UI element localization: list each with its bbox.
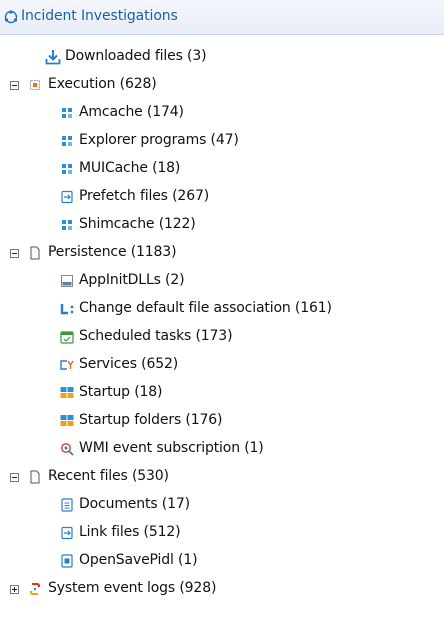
event-log-icon: [30, 583, 40, 595]
tree-item-muicache[interactable]: MUICache (18): [0, 157, 444, 185]
document-icon: [30, 246, 40, 260]
windows-startup-icon: [60, 415, 74, 426]
wmi-icon: [61, 443, 74, 456]
tree-item-explorer-programs[interactable]: Explorer programs (47): [0, 129, 444, 157]
tree-item-execution[interactable]: Execution (628): [0, 73, 444, 101]
tree-item-recent-files[interactable]: Recent files (530): [0, 465, 444, 493]
collapse-toggle[interactable]: [10, 473, 19, 482]
tree-item-prefetch-files[interactable]: Prefetch files (267): [0, 185, 444, 213]
tree-item-label: Execution (628): [48, 76, 157, 92]
tree-item-startup-folders[interactable]: Startup folders (176): [0, 409, 444, 437]
tree-item-label: Startup folders (176): [79, 412, 223, 428]
link-file-icon: [61, 526, 73, 540]
tree-item-amcache[interactable]: Amcache (174): [0, 101, 444, 129]
download-icon: [45, 50, 61, 65]
windows-startup-icon: [60, 387, 74, 398]
tree-item-startup[interactable]: Startup (18): [0, 381, 444, 409]
registry-file-icon: [61, 554, 73, 568]
tree-item-persistence[interactable]: Persistence (1183): [0, 241, 444, 269]
panel-header: Incident Investigations: [0, 0, 444, 35]
registry-icon: [62, 164, 72, 174]
tree-item-label: Persistence (1183): [48, 244, 177, 260]
collapse-toggle[interactable]: [10, 81, 19, 90]
tree-item-label: Recent files (530): [48, 468, 169, 484]
tree-item-label: Scheduled tasks (173): [79, 328, 233, 344]
tree-item-opensavepidl[interactable]: OpenSavePidl (1): [0, 549, 444, 577]
tree-item-label: Downloaded files (3): [65, 48, 207, 64]
tree-item-label: MUICache (18): [79, 160, 181, 176]
file-association-icon: [60, 304, 74, 315]
collapse-toggle[interactable]: [10, 249, 19, 258]
tree-item-change-default-file-association[interactable]: Change default file association (161): [0, 297, 444, 325]
tree-item-label: Prefetch files (267): [79, 188, 210, 204]
scheduled-task-icon: [60, 331, 74, 344]
tree-item-label: Change default file association (161): [79, 300, 332, 316]
tree-item-label: OpenSavePidl (1): [79, 552, 198, 568]
tree-item-appinitdlls[interactable]: AppInitDLLs (2): [0, 269, 444, 297]
services-icon: [60, 360, 74, 370]
panel-title: Incident Investigations: [21, 8, 178, 24]
tree-item-label: Services (652): [79, 356, 179, 372]
dll-icon: [61, 275, 73, 287]
prefetch-file-icon: [61, 190, 73, 204]
tree-item-services[interactable]: Services (652): [0, 353, 444, 381]
tree-item-label: Amcache (174): [79, 104, 184, 120]
tree-item-label: Startup (18): [79, 384, 163, 400]
tree-item-shimcache[interactable]: Shimcache (122): [0, 213, 444, 241]
tree-item-label: AppInitDLLs (2): [79, 272, 185, 288]
tree-item-label: Link files (512): [79, 524, 181, 540]
tree-item-scheduled-tasks[interactable]: Scheduled tasks (173): [0, 325, 444, 353]
expand-toggle[interactable]: [10, 585, 19, 594]
tree-item-label: Shimcache (122): [79, 216, 196, 232]
document-icon: [30, 470, 40, 484]
network-icon: [4, 10, 18, 24]
tree-item-documents[interactable]: Documents (17): [0, 493, 444, 521]
tree-item-link-files[interactable]: Link files (512): [0, 521, 444, 549]
execution-icon: [30, 80, 40, 90]
registry-icon: [62, 136, 72, 146]
tree-item-system-event-logs[interactable]: System event logs (928): [0, 577, 444, 605]
tree-item-label: WMI event subscription (1): [79, 440, 264, 456]
tree-item-downloaded-files[interactable]: Downloaded files (3): [0, 45, 444, 73]
tree-item-label: Documents (17): [79, 496, 190, 512]
tree-item-wmi-event-subscription[interactable]: WMI event subscription (1): [0, 437, 444, 465]
text-document-icon: [61, 498, 73, 512]
tree-item-label: System event logs (928): [48, 580, 217, 596]
registry-icon: [62, 220, 72, 230]
registry-icon: [62, 108, 72, 118]
tree-item-label: Explorer programs (47): [79, 132, 239, 148]
